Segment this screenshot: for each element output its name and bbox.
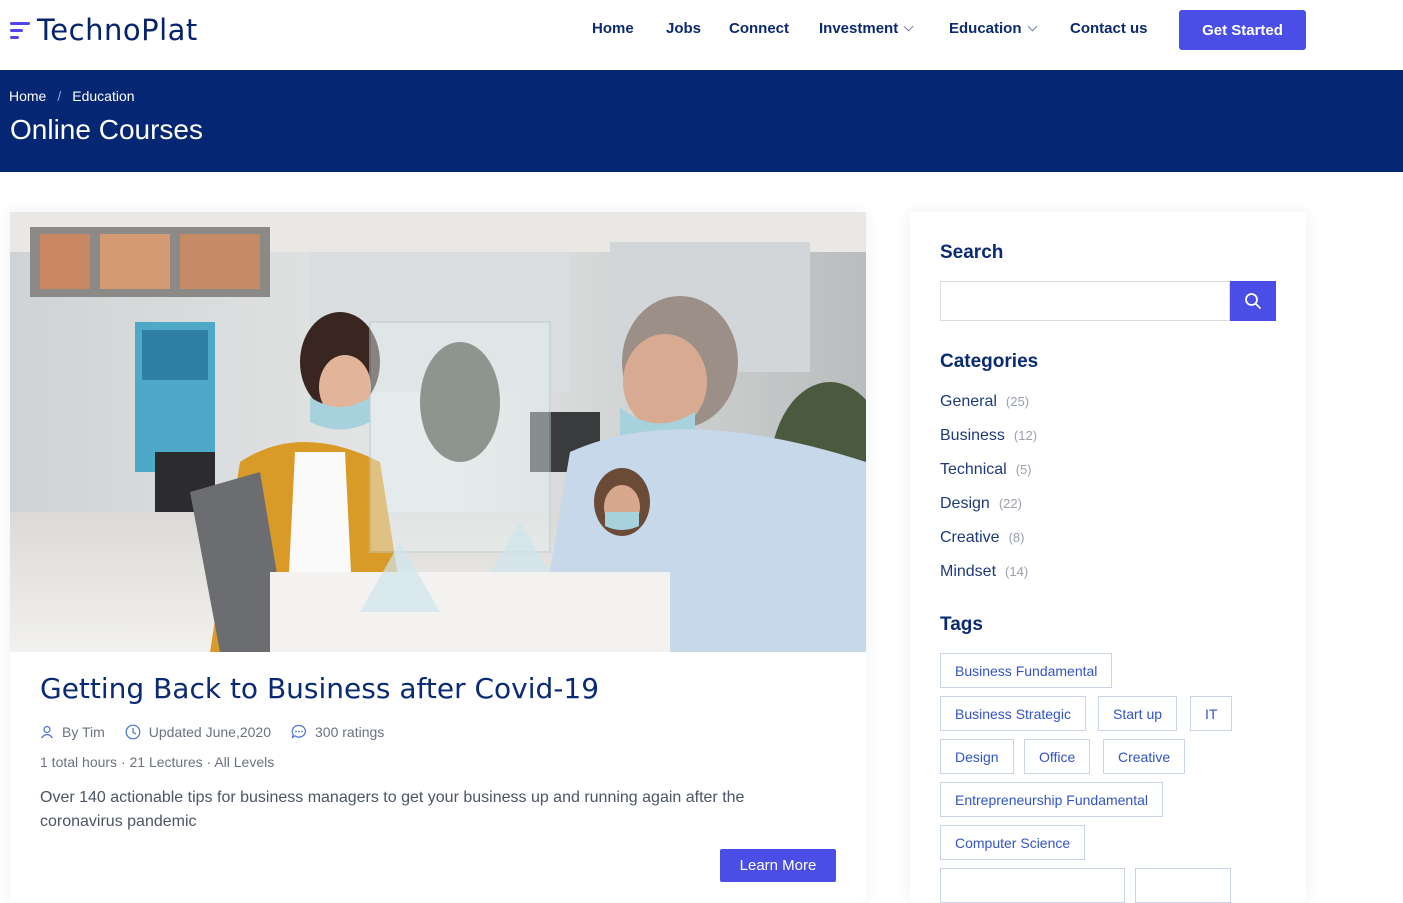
course-title[interactable]: Getting Back to Business after Covid-19 [40,672,599,705]
course-description: Over 140 actionable tips for business ma… [40,789,745,830]
search-input[interactable] [940,281,1230,321]
category-mindset[interactable]: Mindset (14) [940,563,1028,581]
breadcrumb-home[interactable]: Home [9,88,46,104]
course-ratings: 300 ratings [315,724,385,740]
page-banner: Home / Education Online Courses [0,70,1403,172]
chat-bubble-icon [291,724,306,740]
search-heading: Search [940,242,1004,263]
course-image[interactable] [10,212,866,652]
menu-lines-icon [10,17,32,43]
site-header: TechnoPlat Home Jobs Connect Investment … [0,0,1403,70]
tag-business-strategic[interactable]: Business Strategic [940,696,1086,731]
course-meta: By Tim Updated June,2020 300 ratings [40,724,404,740]
nav-connect[interactable]: Connect [729,20,789,37]
tag-computer-science[interactable]: Computer Science [940,825,1086,860]
chevron-down-icon [903,21,914,32]
course-card: Getting Back to Business after Covid-19 … [10,212,866,902]
chevron-down-icon [1027,21,1037,32]
category-business[interactable]: Business (12) [940,427,1037,445]
search-icon [1245,293,1261,309]
tag-it[interactable]: IT [1190,696,1233,731]
page-title: Online Courses [10,114,203,145]
brand-logo[interactable]: TechnoPlat [10,12,198,48]
get-started-button[interactable]: Get Started [1179,10,1306,50]
course-author: By Tim [62,724,105,740]
author-meta: By Tim [40,724,105,740]
user-icon [41,725,53,739]
course-stats: 1 total hours · 21 Lectures · All Levels [40,754,275,770]
tag-partial[interactable] [940,868,1125,903]
clock-icon [125,724,141,740]
nav-jobs[interactable]: Jobs [666,20,701,37]
search-button[interactable] [1230,281,1276,321]
breadcrumb-separator: / [57,88,62,104]
tag-partial[interactable] [1135,868,1231,903]
category-general[interactable]: General (25) [940,393,1029,411]
learn-more-button[interactable]: Learn More [720,849,836,882]
tag-entrepreneurship-fundamental[interactable]: Entrepreneurship Fundamental [940,782,1164,817]
ratings-meta: 300 ratings [291,724,384,740]
breadcrumb: Home / Education [9,88,135,104]
tag-creative[interactable]: Creative [1103,739,1186,774]
category-technical[interactable]: Technical (5) [940,461,1032,479]
category-design[interactable]: Design (22) [940,495,1022,513]
tag-business-fundamental[interactable]: Business Fundamental [940,653,1113,688]
category-creative[interactable]: Creative (8) [940,529,1024,547]
nav-home[interactable]: Home [592,20,634,37]
nav-investment[interactable]: Investment [819,20,914,37]
nav-contact[interactable]: Contact us [1070,20,1148,37]
updated-meta: Updated June,2020 [125,724,271,740]
brand-name: TechnoPlat [37,13,198,47]
tags-heading: Tags [940,614,983,635]
tag-design[interactable]: Design [940,739,1014,774]
tag-start-up[interactable]: Start up [1098,696,1178,731]
sidebar: Search Categories General (25) Business (1… [910,212,1306,903]
categories-heading: Categories [940,351,1039,372]
breadcrumb-education: Education [72,88,135,104]
tag-office[interactable]: Office [1024,739,1091,774]
course-updated: Updated June,2020 [148,724,271,740]
nav-education[interactable]: Education [949,20,1037,37]
